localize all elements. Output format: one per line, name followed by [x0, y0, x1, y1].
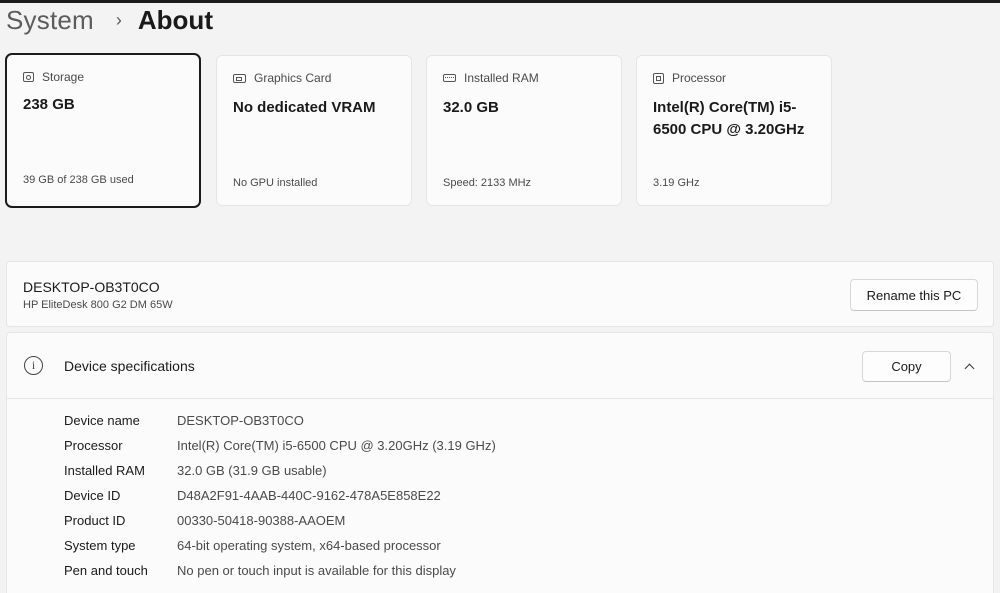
spec-value: 64-bit operating system, x64-based proce…	[177, 538, 441, 553]
spec-label: Processor	[64, 438, 123, 453]
spec-row-installed-ram: Installed RAM 32.0 GB (31.9 GB usable)	[64, 458, 496, 483]
pc-model: HP EliteDesk 800 G2 DM 65W	[23, 299, 173, 311]
storage-card-sub: 39 GB of 238 GB used	[23, 174, 134, 186]
spec-label: Installed RAM	[64, 463, 145, 478]
spec-value: 32.0 GB (31.9 GB usable)	[177, 463, 327, 478]
spec-value: 00330-50418-90388-AAOEM	[177, 513, 346, 528]
spec-row-system-type: System type 64-bit operating system, x64…	[64, 533, 496, 558]
device-specifications-header[interactable]: i Device specifications Copy	[7, 333, 993, 399]
device-specifications-title: Device specifications	[64, 358, 195, 374]
installed-ram-title: Installed RAM	[464, 71, 539, 85]
storage-icon	[23, 72, 34, 82]
storage-card[interactable]: Storage 238 GB 39 GB of 238 GB used	[5, 53, 201, 208]
device-specifications-panel: i Device specifications Copy Device name…	[6, 332, 994, 593]
graphics-card-card[interactable]: Graphics Card No dedicated VRAM No GPU i…	[216, 55, 412, 206]
graphics-card-sub: No GPU installed	[233, 177, 318, 189]
spec-row-product-id: Product ID 00330-50418-90388-AAOEM	[64, 508, 496, 533]
installed-ram-value: 32.0 GB	[443, 99, 499, 116]
spec-row-processor: Processor Intel(R) Core(TM) i5-6500 CPU …	[64, 433, 496, 458]
spec-label: Device ID	[64, 488, 121, 503]
processor-card-value: Intel(R) Core(TM) i5-6500 CPU @ 3.20GHz	[653, 99, 805, 138]
ram-icon	[443, 74, 456, 82]
pc-name: DESKTOP-OB3T0CO	[23, 279, 160, 295]
processor-icon	[653, 72, 664, 84]
spec-value: DESKTOP-OB3T0CO	[177, 413, 304, 428]
processor-card[interactable]: Processor Intel(R) Core(TM) i5-6500 CPU …	[636, 55, 832, 206]
installed-ram-card[interactable]: Installed RAM 32.0 GB Speed: 2133 MHz	[426, 55, 622, 206]
spec-value: Intel(R) Core(TM) i5-6500 CPU @ 3.20GHz …	[177, 438, 496, 453]
info-icon: i	[24, 356, 43, 375]
spec-rows: Device name DESKTOP-OB3T0CO Processor In…	[64, 408, 496, 583]
breadcrumb: System › About	[6, 2, 213, 38]
spec-label: Device name	[64, 413, 140, 428]
installed-ram-sub: Speed: 2133 MHz	[443, 177, 532, 189]
graphics-card-title: Graphics Card	[254, 71, 332, 85]
copy-button[interactable]: Copy	[862, 351, 951, 382]
spec-value: D48A2F91-4AAB-440C-9162-478A5E858E22	[177, 488, 441, 503]
spec-label: System type	[64, 538, 136, 553]
breadcrumb-chevron-icon: ›	[115, 9, 122, 30]
pc-name-panel: DESKTOP-OB3T0CO HP EliteDesk 800 G2 DM 6…	[6, 261, 994, 327]
spec-label: Product ID	[64, 513, 126, 528]
chevron-up-icon[interactable]	[958, 356, 980, 376]
spec-row-device-name: Device name DESKTOP-OB3T0CO	[64, 408, 496, 433]
graphics-card-value: No dedicated VRAM	[233, 99, 376, 116]
processor-card-title: Processor	[672, 71, 727, 85]
spec-value: No pen or touch input is available for t…	[177, 563, 456, 578]
rename-pc-button[interactable]: Rename this PC	[850, 279, 978, 311]
page-title: About	[137, 4, 213, 35]
spec-row-device-id: Device ID D48A2F91-4AAB-440C-9162-478A5E…	[64, 483, 496, 508]
storage-card-title: Storage	[42, 70, 85, 84]
graphics-card-icon	[233, 73, 246, 83]
spec-row-pen-and-touch: Pen and touch No pen or touch input is a…	[64, 558, 496, 583]
processor-card-sub: 3.19 GHz	[653, 177, 700, 189]
breadcrumb-system[interactable]: System	[6, 5, 94, 36]
spec-label: Pen and touch	[64, 563, 148, 578]
storage-card-value: 238 GB	[23, 96, 75, 113]
